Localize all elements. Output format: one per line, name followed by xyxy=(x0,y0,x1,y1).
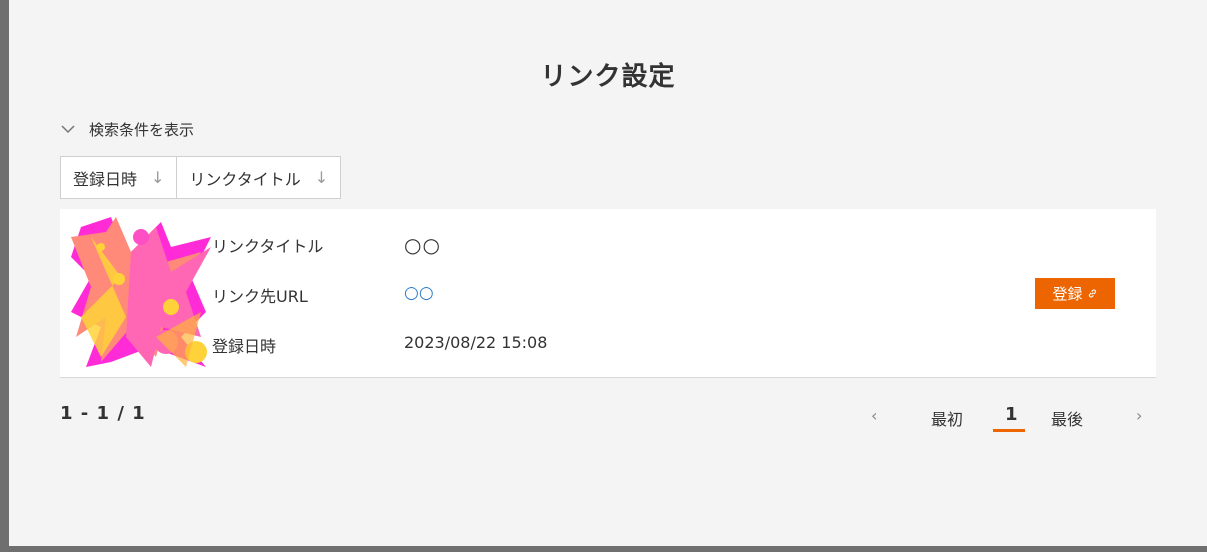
last-page-link[interactable]: 最後 xyxy=(1051,406,1083,430)
date-value: 2023/08/22 15:08 xyxy=(404,333,548,352)
sort-label: リンクタイトル xyxy=(189,169,301,189)
link-settings-modal: リンク設定 検索条件を表示 登録日時 ↓ リンクタイトル ↓ リンクタイトル ○… xyxy=(9,0,1207,546)
result-count: 1 - 1 / 1 xyxy=(60,403,146,424)
search-toggle-label: 検索条件を表示 xyxy=(89,121,195,139)
link-thumbnail xyxy=(71,217,212,367)
register-button[interactable]: 登録 xyxy=(1035,278,1115,309)
current-page[interactable]: 1 xyxy=(1005,404,1018,425)
page-title: リンク設定 xyxy=(540,62,676,92)
url-label: リンク先URL xyxy=(212,287,308,306)
sort-label: 登録日時 xyxy=(73,169,138,189)
link-icon xyxy=(1088,289,1096,298)
sort-bar: 登録日時 ↓ リンクタイトル ↓ xyxy=(60,156,342,199)
register-button-label: 登録 xyxy=(1052,285,1083,303)
title-label: リンクタイトル xyxy=(212,237,324,256)
chevron-down-icon xyxy=(61,125,75,134)
arrow-down-icon: ↓ xyxy=(314,168,329,187)
title-value: ○○ xyxy=(404,233,441,257)
search-conditions-toggle[interactable]: 検索条件を表示 xyxy=(61,119,194,140)
arrow-down-icon: ↓ xyxy=(151,168,165,187)
next-page-icon[interactable]: › xyxy=(1136,406,1142,425)
current-page-indicator xyxy=(993,429,1025,432)
sort-by-title-button[interactable]: リンクタイトル ↓ xyxy=(176,157,340,198)
url-link[interactable]: ○○ xyxy=(404,283,434,303)
date-label: 登録日時 xyxy=(212,337,277,356)
sort-by-date-button[interactable]: 登録日時 ↓ xyxy=(61,157,176,198)
prev-page-icon[interactable]: ‹ xyxy=(871,406,877,425)
first-page-link[interactable]: 最初 xyxy=(931,406,963,430)
